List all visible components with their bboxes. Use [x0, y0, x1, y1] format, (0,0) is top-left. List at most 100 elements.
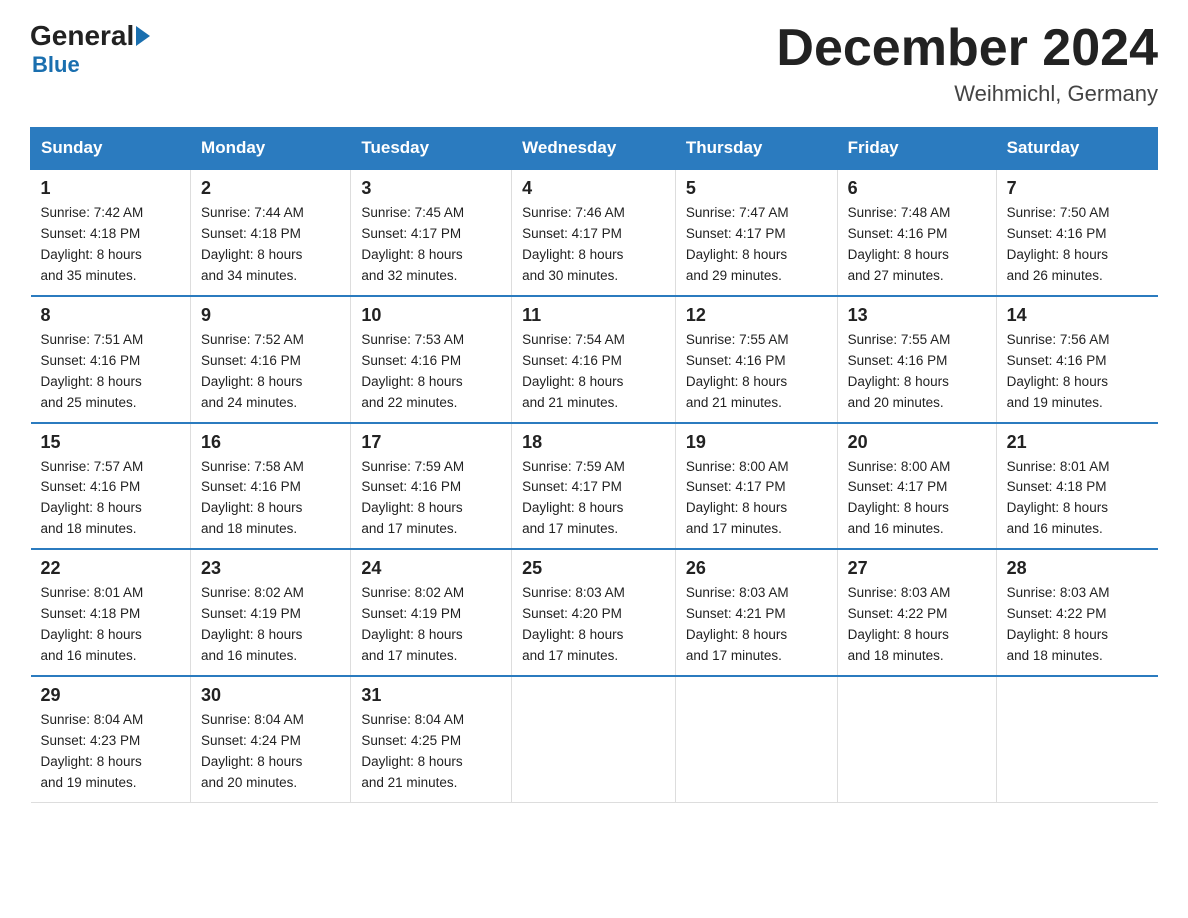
day-number: 9 — [201, 305, 340, 326]
table-row: 6 Sunrise: 7:48 AM Sunset: 4:16 PM Dayli… — [837, 169, 996, 296]
header-sunday: Sunday — [31, 128, 191, 170]
day-number: 7 — [1007, 178, 1148, 199]
month-title: December 2024 — [776, 20, 1158, 77]
table-row: 2 Sunrise: 7:44 AM Sunset: 4:18 PM Dayli… — [191, 169, 351, 296]
day-number: 17 — [361, 432, 501, 453]
header-monday: Monday — [191, 128, 351, 170]
day-info: Sunrise: 8:04 AM Sunset: 4:25 PM Dayligh… — [361, 710, 501, 794]
day-info: Sunrise: 8:01 AM Sunset: 4:18 PM Dayligh… — [41, 583, 181, 667]
table-row: 18 Sunrise: 7:59 AM Sunset: 4:17 PM Dayl… — [512, 423, 676, 550]
table-row: 1 Sunrise: 7:42 AM Sunset: 4:18 PM Dayli… — [31, 169, 191, 296]
day-number: 4 — [522, 178, 665, 199]
day-number: 6 — [848, 178, 986, 199]
title-area: December 2024 Weihmichl, Germany — [776, 20, 1158, 107]
table-row: 23 Sunrise: 8:02 AM Sunset: 4:19 PM Dayl… — [191, 549, 351, 676]
day-info: Sunrise: 8:03 AM Sunset: 4:22 PM Dayligh… — [848, 583, 986, 667]
logo-area: General Blue — [30, 20, 152, 78]
calendar-week-row: 29 Sunrise: 8:04 AM Sunset: 4:23 PM Dayl… — [31, 676, 1158, 802]
table-row: 25 Sunrise: 8:03 AM Sunset: 4:20 PM Dayl… — [512, 549, 676, 676]
table-row — [996, 676, 1157, 802]
header-saturday: Saturday — [996, 128, 1157, 170]
day-info: Sunrise: 7:59 AM Sunset: 4:17 PM Dayligh… — [522, 457, 665, 541]
day-info: Sunrise: 7:55 AM Sunset: 4:16 PM Dayligh… — [848, 330, 986, 414]
day-number: 30 — [201, 685, 340, 706]
day-number: 13 — [848, 305, 986, 326]
day-info: Sunrise: 7:44 AM Sunset: 4:18 PM Dayligh… — [201, 203, 340, 287]
day-info: Sunrise: 7:46 AM Sunset: 4:17 PM Dayligh… — [522, 203, 665, 287]
logo-blue-text: Blue — [32, 52, 80, 78]
day-number: 21 — [1007, 432, 1148, 453]
day-info: Sunrise: 8:02 AM Sunset: 4:19 PM Dayligh… — [201, 583, 340, 667]
table-row — [837, 676, 996, 802]
calendar-week-row: 1 Sunrise: 7:42 AM Sunset: 4:18 PM Dayli… — [31, 169, 1158, 296]
day-number: 3 — [361, 178, 501, 199]
day-number: 23 — [201, 558, 340, 579]
day-info: Sunrise: 8:02 AM Sunset: 4:19 PM Dayligh… — [361, 583, 501, 667]
table-row — [675, 676, 837, 802]
day-info: Sunrise: 8:04 AM Sunset: 4:24 PM Dayligh… — [201, 710, 340, 794]
day-number: 29 — [41, 685, 181, 706]
day-number: 16 — [201, 432, 340, 453]
day-number: 31 — [361, 685, 501, 706]
table-row — [512, 676, 676, 802]
table-row: 5 Sunrise: 7:47 AM Sunset: 4:17 PM Dayli… — [675, 169, 837, 296]
logo-general-text: General — [30, 20, 134, 52]
day-number: 24 — [361, 558, 501, 579]
day-info: Sunrise: 7:52 AM Sunset: 4:16 PM Dayligh… — [201, 330, 340, 414]
table-row: 3 Sunrise: 7:45 AM Sunset: 4:17 PM Dayli… — [351, 169, 512, 296]
table-row: 27 Sunrise: 8:03 AM Sunset: 4:22 PM Dayl… — [837, 549, 996, 676]
table-row: 8 Sunrise: 7:51 AM Sunset: 4:16 PM Dayli… — [31, 296, 191, 423]
table-row: 20 Sunrise: 8:00 AM Sunset: 4:17 PM Dayl… — [837, 423, 996, 550]
table-row: 21 Sunrise: 8:01 AM Sunset: 4:18 PM Dayl… — [996, 423, 1157, 550]
table-row: 4 Sunrise: 7:46 AM Sunset: 4:17 PM Dayli… — [512, 169, 676, 296]
day-number: 19 — [686, 432, 827, 453]
day-number: 22 — [41, 558, 181, 579]
page-header: General Blue December 2024 Weihmichl, Ge… — [30, 20, 1158, 107]
day-number: 14 — [1007, 305, 1148, 326]
table-row: 26 Sunrise: 8:03 AM Sunset: 4:21 PM Dayl… — [675, 549, 837, 676]
day-info: Sunrise: 7:47 AM Sunset: 4:17 PM Dayligh… — [686, 203, 827, 287]
table-row: 15 Sunrise: 7:57 AM Sunset: 4:16 PM Dayl… — [31, 423, 191, 550]
table-row: 19 Sunrise: 8:00 AM Sunset: 4:17 PM Dayl… — [675, 423, 837, 550]
day-number: 12 — [686, 305, 827, 326]
logo: General — [30, 20, 152, 52]
table-row: 12 Sunrise: 7:55 AM Sunset: 4:16 PM Dayl… — [675, 296, 837, 423]
day-info: Sunrise: 8:01 AM Sunset: 4:18 PM Dayligh… — [1007, 457, 1148, 541]
table-row: 17 Sunrise: 7:59 AM Sunset: 4:16 PM Dayl… — [351, 423, 512, 550]
day-info: Sunrise: 7:59 AM Sunset: 4:16 PM Dayligh… — [361, 457, 501, 541]
header-wednesday: Wednesday — [512, 128, 676, 170]
day-number: 1 — [41, 178, 181, 199]
day-info: Sunrise: 8:03 AM Sunset: 4:21 PM Dayligh… — [686, 583, 827, 667]
day-info: Sunrise: 8:00 AM Sunset: 4:17 PM Dayligh… — [848, 457, 986, 541]
table-row: 11 Sunrise: 7:54 AM Sunset: 4:16 PM Dayl… — [512, 296, 676, 423]
header-tuesday: Tuesday — [351, 128, 512, 170]
calendar-table: Sunday Monday Tuesday Wednesday Thursday… — [30, 127, 1158, 802]
day-number: 27 — [848, 558, 986, 579]
calendar-header-row: Sunday Monday Tuesday Wednesday Thursday… — [31, 128, 1158, 170]
header-friday: Friday — [837, 128, 996, 170]
day-number: 18 — [522, 432, 665, 453]
table-row: 22 Sunrise: 8:01 AM Sunset: 4:18 PM Dayl… — [31, 549, 191, 676]
table-row: 31 Sunrise: 8:04 AM Sunset: 4:25 PM Dayl… — [351, 676, 512, 802]
day-info: Sunrise: 7:42 AM Sunset: 4:18 PM Dayligh… — [41, 203, 181, 287]
day-info: Sunrise: 7:57 AM Sunset: 4:16 PM Dayligh… — [41, 457, 181, 541]
day-info: Sunrise: 7:54 AM Sunset: 4:16 PM Dayligh… — [522, 330, 665, 414]
day-info: Sunrise: 7:50 AM Sunset: 4:16 PM Dayligh… — [1007, 203, 1148, 287]
day-info: Sunrise: 8:04 AM Sunset: 4:23 PM Dayligh… — [41, 710, 181, 794]
table-row: 10 Sunrise: 7:53 AM Sunset: 4:16 PM Dayl… — [351, 296, 512, 423]
table-row: 28 Sunrise: 8:03 AM Sunset: 4:22 PM Dayl… — [996, 549, 1157, 676]
day-info: Sunrise: 8:00 AM Sunset: 4:17 PM Dayligh… — [686, 457, 827, 541]
day-number: 25 — [522, 558, 665, 579]
calendar-week-row: 15 Sunrise: 7:57 AM Sunset: 4:16 PM Dayl… — [31, 423, 1158, 550]
day-number: 8 — [41, 305, 181, 326]
day-info: Sunrise: 7:48 AM Sunset: 4:16 PM Dayligh… — [848, 203, 986, 287]
table-row: 16 Sunrise: 7:58 AM Sunset: 4:16 PM Dayl… — [191, 423, 351, 550]
day-number: 10 — [361, 305, 501, 326]
location: Weihmichl, Germany — [776, 81, 1158, 107]
table-row: 29 Sunrise: 8:04 AM Sunset: 4:23 PM Dayl… — [31, 676, 191, 802]
day-info: Sunrise: 8:03 AM Sunset: 4:22 PM Dayligh… — [1007, 583, 1148, 667]
calendar-week-row: 22 Sunrise: 8:01 AM Sunset: 4:18 PM Dayl… — [31, 549, 1158, 676]
day-info: Sunrise: 7:58 AM Sunset: 4:16 PM Dayligh… — [201, 457, 340, 541]
logo-arrow-icon — [136, 26, 150, 46]
day-info: Sunrise: 8:03 AM Sunset: 4:20 PM Dayligh… — [522, 583, 665, 667]
